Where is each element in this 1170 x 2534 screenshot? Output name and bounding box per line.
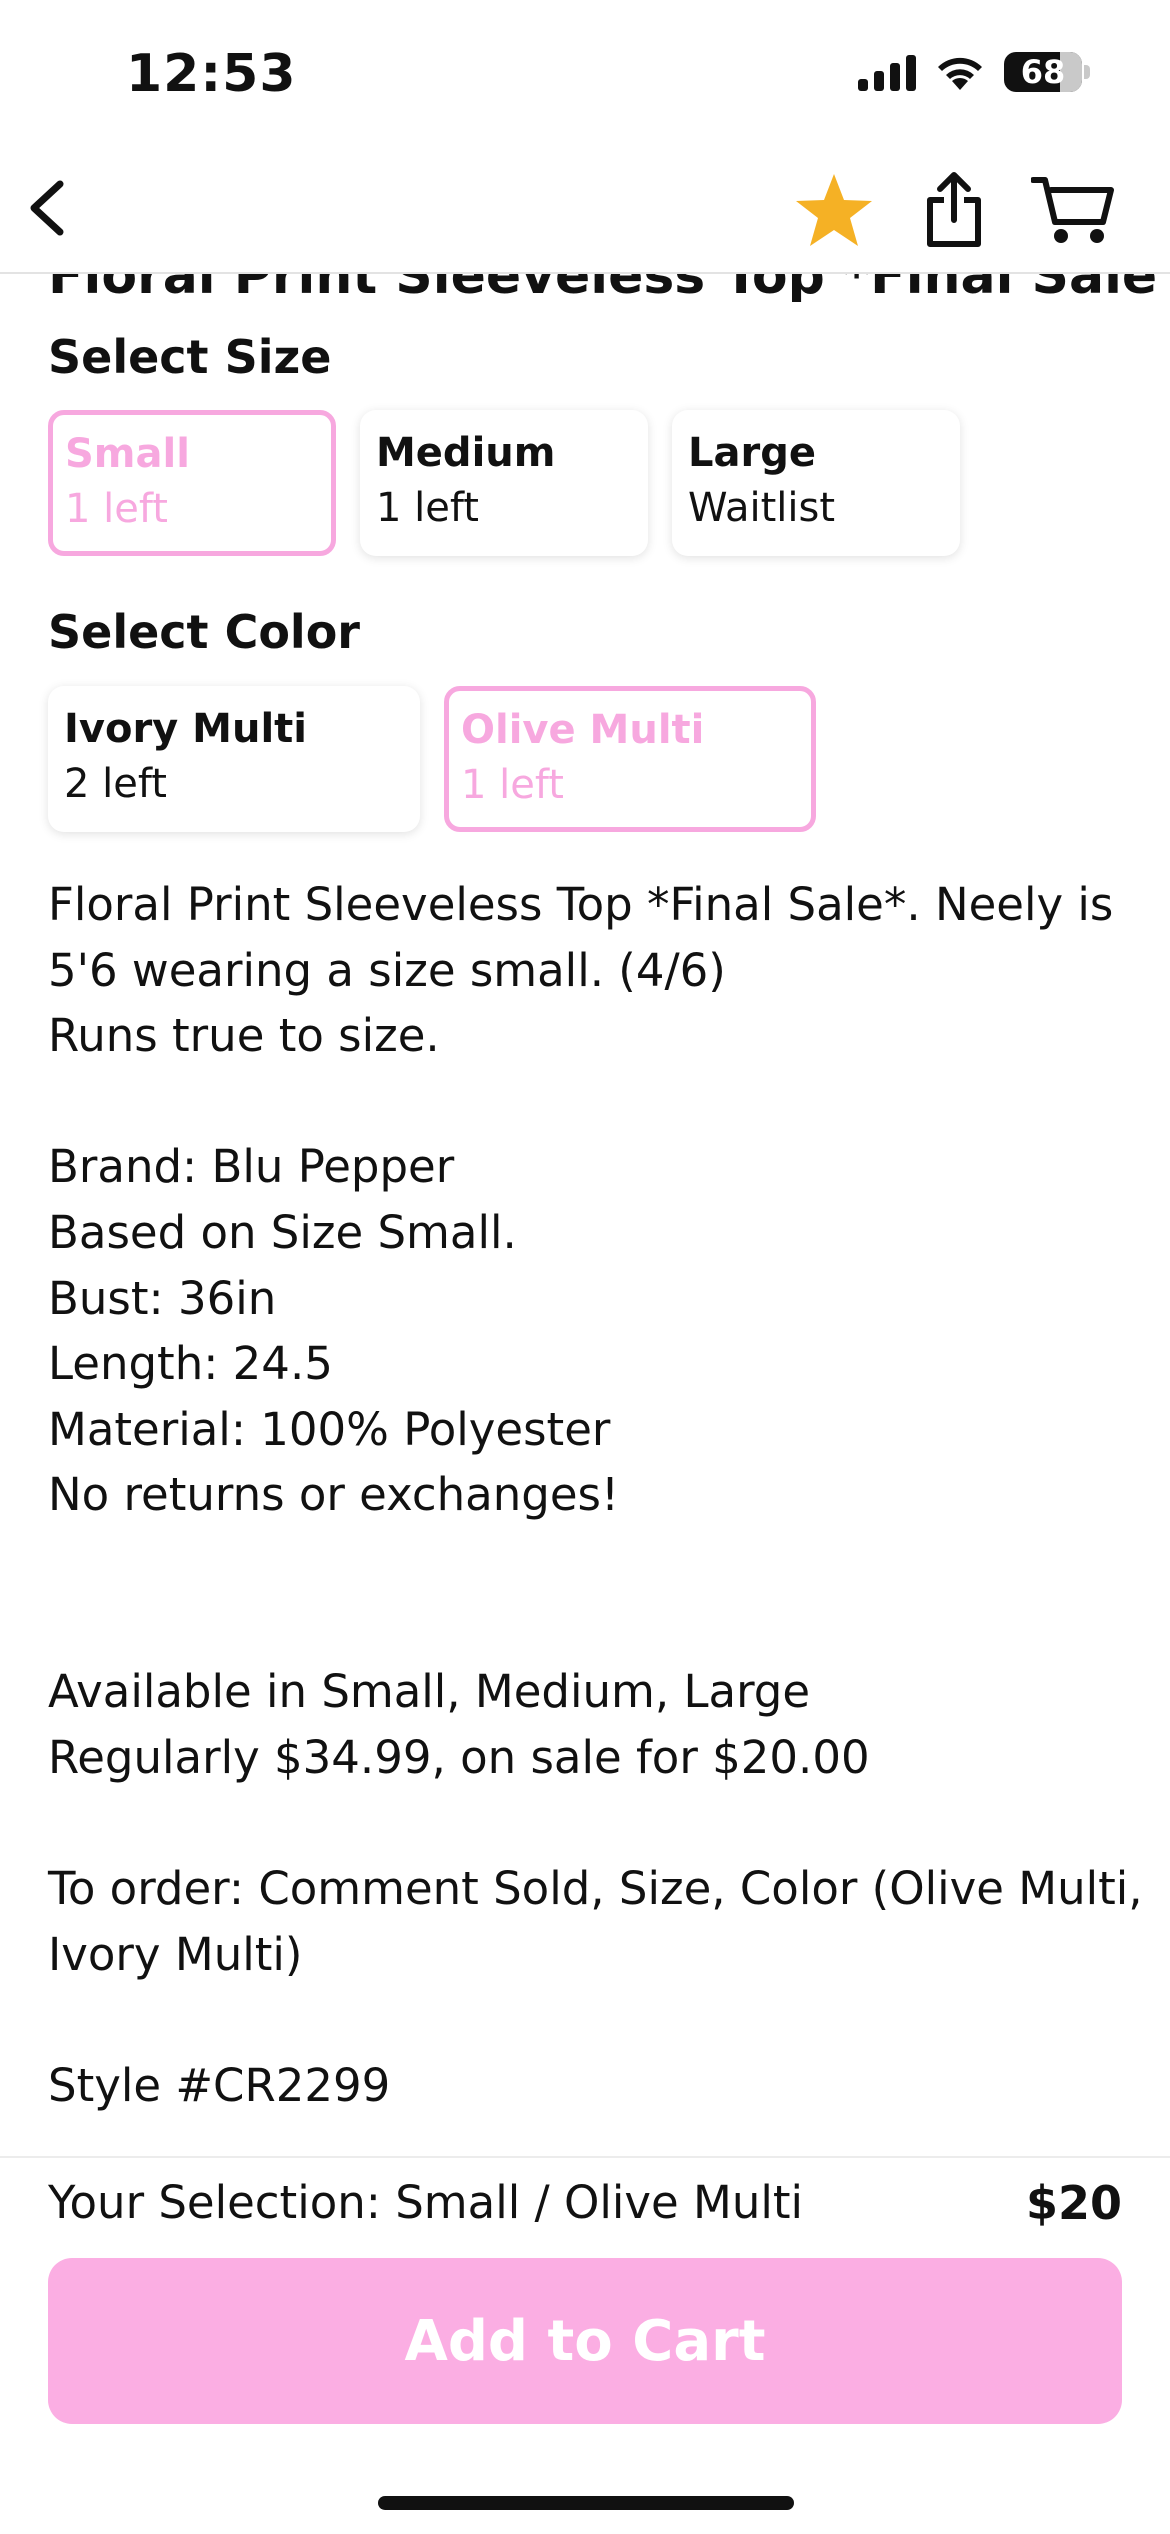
- color-option-name: Ivory Multi: [64, 706, 307, 752]
- back-chevron-icon[interactable]: [20, 176, 80, 240]
- status-icons: 68: [858, 52, 1090, 92]
- size-option-small[interactable]: Small 1 left: [48, 410, 336, 556]
- description-line: [48, 1594, 1128, 1660]
- description-line: Ivory Multi): [48, 1927, 303, 1981]
- checkout-bar: Your Selection: Small / Olive Multi $20 …: [0, 2156, 1170, 2534]
- color-option-olive-multi[interactable]: Olive Multi 1 left: [444, 686, 816, 832]
- size-option-stock: Waitlist: [688, 485, 836, 531]
- description-line: 5'6 wearing a size small. (4/6): [48, 943, 726, 997]
- add-to-cart-button[interactable]: Add to Cart: [48, 2258, 1122, 2424]
- description-line: Brand: Blu Pepper: [48, 1140, 455, 1194]
- product-description: Floral Print Sleeveless Top *Final Sale*…: [48, 872, 1143, 2118]
- description-line: To order: Comment Sold, Size, Color (Oli…: [48, 1861, 1143, 1915]
- select-color-label: Select Color: [48, 605, 360, 659]
- description-line: [48, 1790, 1128, 1856]
- nav-bar: [0, 150, 1170, 274]
- price-label: $20: [1025, 2176, 1122, 2230]
- wifi-icon: [938, 57, 982, 90]
- description-line: [48, 1528, 1128, 1594]
- size-option-name: Small: [65, 431, 190, 477]
- description-line: Length: 24.5: [48, 1337, 333, 1391]
- description-line: Available in Small, Medium, Large: [48, 1665, 811, 1719]
- description-line: [48, 1987, 1128, 2053]
- battery-level: 68: [1020, 53, 1066, 91]
- description-line: Bust: 36in: [48, 1271, 277, 1325]
- color-option-name: Olive Multi: [461, 707, 705, 753]
- color-option-stock: 2 left: [64, 761, 167, 807]
- description-line: Material: 100% Polyester: [48, 1402, 611, 1456]
- product-title: Floral Print Sleeveless Top *Final Sale: [48, 272, 1158, 302]
- description-line: Style #CR2299: [48, 2058, 391, 2112]
- size-option-stock: 1 left: [376, 485, 479, 531]
- status-time: 12:53: [126, 44, 297, 104]
- selection-summary: Your Selection: Small / Olive Multi: [48, 2176, 804, 2229]
- description-line: Runs true to size.: [48, 1009, 440, 1063]
- description-line: No returns or exchanges!: [48, 1468, 620, 1522]
- select-size-label: Select Size: [48, 330, 332, 384]
- cart-icon[interactable]: [1028, 164, 1120, 256]
- size-option-large[interactable]: Large Waitlist: [672, 410, 960, 556]
- size-option-medium[interactable]: Medium 1 left: [360, 410, 648, 556]
- size-option-name: Medium: [376, 430, 556, 476]
- size-option-name: Large: [688, 430, 816, 476]
- color-option-stock: 1 left: [461, 762, 564, 808]
- cellular-signal-icon: [858, 53, 916, 91]
- share-icon[interactable]: [908, 164, 1000, 256]
- color-option-ivory-multi[interactable]: Ivory Multi 2 left: [48, 686, 420, 832]
- description-line: Based on Size Small.: [48, 1205, 517, 1259]
- home-indicator[interactable]: [378, 2496, 794, 2510]
- description-line: [48, 1069, 1128, 1135]
- battery-icon: 68: [1004, 52, 1082, 92]
- status-bar: 12:53 68: [0, 0, 1170, 150]
- product-title-clip: Floral Print Sleeveless Top *Final Sale: [0, 272, 1170, 302]
- description-line: Floral Print Sleeveless Top *Final Sale*…: [48, 878, 1114, 931]
- size-option-stock: 1 left: [65, 486, 168, 532]
- description-line: Regularly $34.99, on sale for $20.00: [48, 1730, 870, 1784]
- star-icon[interactable]: [788, 164, 880, 256]
